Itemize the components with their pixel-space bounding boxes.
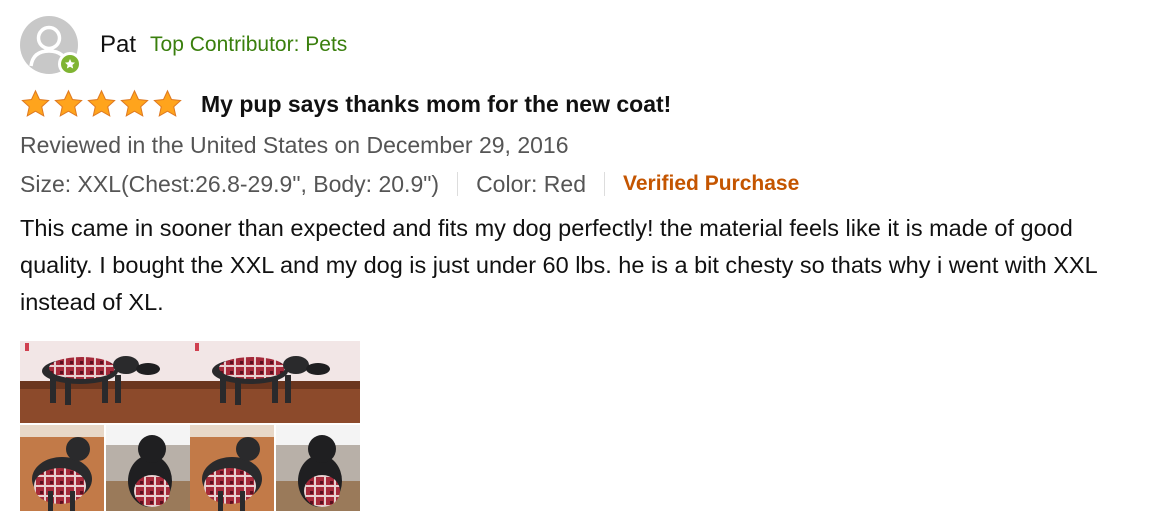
- star-icon: [120, 89, 149, 117]
- contributor-badge-link[interactable]: Top Contributor: Pets: [150, 33, 347, 57]
- reviewer-profile: Pat Top Contributor: Pets: [20, 14, 1150, 76]
- product-format-strip: Size: XXL(Chest:26.8-29.9", Body: 20.9")…: [20, 166, 1150, 202]
- reviewer-name[interactable]: Pat: [100, 31, 136, 59]
- review-date: Reviewed in the United States on Decembe…: [20, 132, 569, 158]
- review-images: [20, 341, 1150, 511]
- avatar[interactable]: [20, 16, 82, 76]
- star-badge-icon: [58, 52, 82, 76]
- star-rating[interactable]: [20, 89, 185, 119]
- star-icon: [21, 89, 50, 117]
- star-icon: [153, 89, 182, 117]
- divider: [457, 172, 459, 196]
- color-variant[interactable]: Color: Red: [476, 171, 586, 198]
- verified-purchase-badge: Verified Purchase: [623, 172, 800, 195]
- review-title[interactable]: My pup says thanks mom for the new coat!: [201, 91, 671, 118]
- star-icon: [87, 89, 116, 117]
- divider: [604, 172, 605, 196]
- review-image-2[interactable]: [190, 341, 360, 511]
- size-variant[interactable]: Size: XXL(Chest:26.8-29.9", Body: 20.9"): [20, 171, 439, 198]
- review-card: Pat Top Contributor: Pets My pup says th…: [20, 14, 1150, 511]
- review-image-1[interactable]: [20, 341, 190, 511]
- review-title-row: My pup says thanks mom for the new coat!: [20, 84, 1150, 124]
- star-icon: [54, 89, 83, 117]
- review-body: This came in sooner than expected and fi…: [20, 215, 1097, 315]
